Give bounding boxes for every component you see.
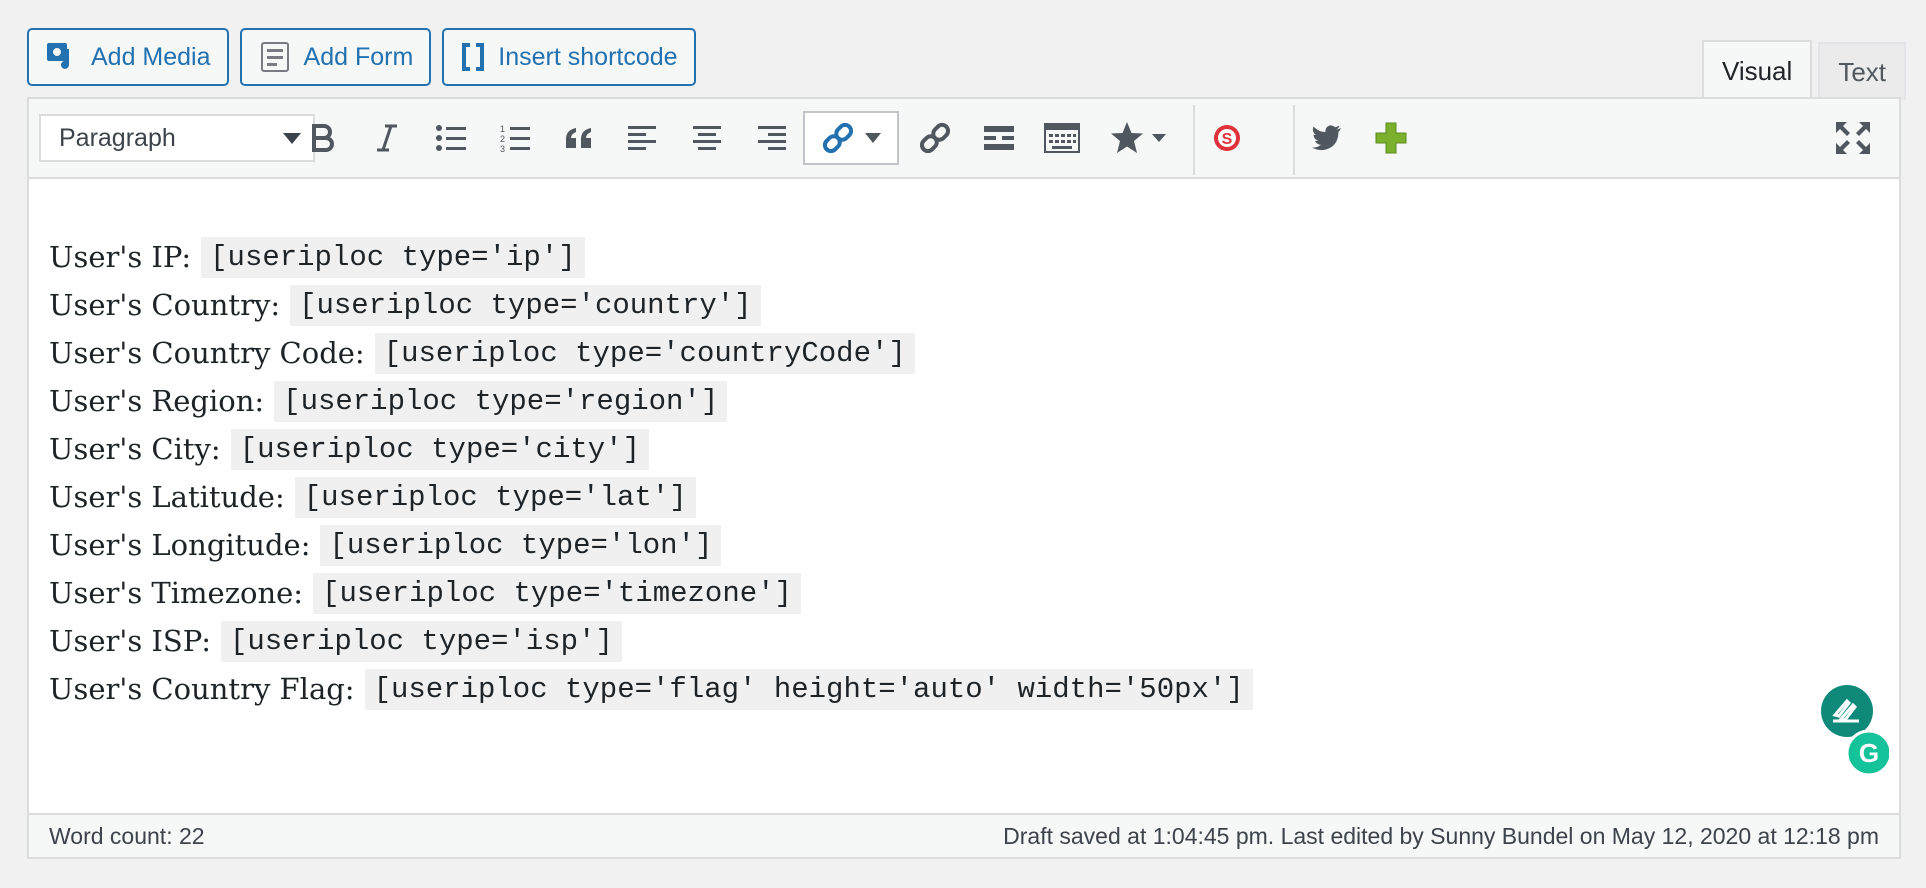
align-center-icon bbox=[693, 126, 721, 150]
bullet-list-icon bbox=[436, 125, 466, 151]
twitter-button[interactable] bbox=[1307, 111, 1347, 165]
chevron-down-icon bbox=[865, 133, 881, 143]
line-label: User's Country: bbox=[49, 288, 281, 322]
chevron-down-icon bbox=[283, 133, 301, 144]
shortcode: [useriploc type='lat'] bbox=[294, 476, 696, 518]
blockquote-icon bbox=[566, 128, 591, 148]
format-select[interactable]: Paragraph bbox=[39, 114, 315, 162]
bullet-list-button[interactable] bbox=[431, 111, 471, 165]
shortcode: [useriploc type='flag' height='auto' wid… bbox=[364, 668, 1253, 710]
bold-icon bbox=[312, 124, 334, 152]
s-plugin-button[interactable]: S bbox=[1207, 111, 1247, 165]
toolbar-toggle-button[interactable] bbox=[1039, 111, 1085, 165]
align-center-button[interactable] bbox=[687, 111, 727, 165]
s-plugin-icon: S bbox=[1214, 125, 1240, 151]
numbered-list-icon: 123 bbox=[500, 124, 530, 152]
line-label: User's City: bbox=[49, 432, 221, 466]
content-line: User's Latitude: [useriploc type='lat'] bbox=[49, 473, 1879, 521]
grammarly-icon: G bbox=[1821, 685, 1893, 777]
svg-text:1: 1 bbox=[500, 124, 505, 134]
align-right-icon bbox=[758, 126, 786, 150]
line-label: User's Longitude: bbox=[49, 528, 311, 562]
add-media-label: Add Media bbox=[91, 42, 211, 71]
word-count: Word count: 22 bbox=[49, 822, 205, 849]
add-media-button[interactable]: Add Media bbox=[27, 28, 229, 86]
shortcode: [useriploc type='country'] bbox=[290, 284, 761, 326]
shortcode: [useriploc type='ip'] bbox=[201, 236, 585, 278]
shortcode: [useriploc type='timezone'] bbox=[313, 572, 801, 614]
unlink-icon bbox=[919, 122, 951, 154]
fullscreen-button[interactable] bbox=[1833, 111, 1873, 165]
editor-tabs: Visual Text bbox=[1696, 40, 1906, 100]
content-line: User's Timezone: [useriploc type='timezon… bbox=[49, 569, 1879, 617]
link-button[interactable] bbox=[803, 111, 899, 165]
media-icon bbox=[45, 41, 79, 73]
content-line: User's Country Code: [useriploc type='cou… bbox=[49, 329, 1879, 377]
insert-shortcode-label: Insert shortcode bbox=[498, 42, 678, 71]
add-form-button[interactable]: Add Form bbox=[239, 28, 432, 86]
content-line: User's ISP: [useriploc type='isp'] bbox=[49, 617, 1879, 665]
insert-shortcode-button[interactable]: Insert shortcode bbox=[442, 28, 696, 86]
line-label: User's Latitude: bbox=[49, 480, 285, 514]
line-label: User's Timezone: bbox=[49, 576, 304, 610]
fullscreen-icon bbox=[1836, 122, 1870, 154]
format-select-value: Paragraph bbox=[59, 123, 176, 152]
shortcode: [useriploc type='city'] bbox=[230, 428, 649, 470]
line-label: User's Region: bbox=[49, 384, 265, 418]
plus-icon bbox=[1375, 122, 1407, 154]
svg-text:G: G bbox=[1859, 738, 1879, 768]
italic-button[interactable] bbox=[367, 111, 407, 165]
toolbar-separator bbox=[1293, 105, 1295, 175]
draft-status: Draft saved at 1:04:45 pm. Last edited b… bbox=[1003, 822, 1879, 849]
line-label: User's ISP: bbox=[49, 624, 211, 658]
align-left-icon bbox=[628, 126, 656, 150]
editor-toolbar: Paragraph 123 S bbox=[29, 99, 1899, 179]
chevron-down-icon bbox=[1152, 134, 1166, 142]
blockquote-button[interactable] bbox=[559, 111, 599, 165]
editor-content[interactable]: User's IP: [useriploc type='ip'] User's C… bbox=[49, 233, 1879, 713]
content-line: User's IP: [useriploc type='ip'] bbox=[49, 233, 1879, 281]
tab-visual[interactable]: Visual bbox=[1701, 40, 1813, 100]
read-more-icon bbox=[984, 126, 1014, 150]
read-more-button[interactable] bbox=[979, 111, 1019, 165]
add-form-label: Add Form bbox=[303, 42, 414, 71]
star-icon bbox=[1111, 122, 1143, 153]
italic-icon bbox=[377, 124, 397, 152]
content-line: User's City: [useriploc type='city'] bbox=[49, 425, 1879, 473]
shortcode: [useriploc type='isp'] bbox=[221, 620, 622, 662]
align-right-button[interactable] bbox=[751, 111, 791, 165]
shortcode: [useriploc type='lon'] bbox=[320, 524, 722, 566]
line-label: User's Country Flag: bbox=[49, 672, 355, 706]
unlink-button[interactable] bbox=[915, 111, 955, 165]
form-icon bbox=[258, 41, 292, 73]
link-icon bbox=[822, 122, 854, 154]
svg-text:2: 2 bbox=[500, 134, 505, 144]
content-line: User's Longitude: [useriploc type='lon'] bbox=[49, 521, 1879, 569]
content-line: User's Country Flag: [useriploc type='fla… bbox=[49, 665, 1879, 713]
shortcode-icon bbox=[460, 42, 486, 72]
shortcode: [useriploc type='region'] bbox=[274, 380, 728, 422]
status-bar: Word count: 22 Draft saved at 1:04:45 pm… bbox=[29, 813, 1899, 857]
toolbar-separator bbox=[1193, 105, 1195, 175]
shortcode: [useriploc type='countryCode'] bbox=[374, 332, 915, 374]
content-line: User's Region: [useriploc type='region'] bbox=[49, 377, 1879, 425]
align-left-button[interactable] bbox=[623, 111, 663, 165]
svg-text:3: 3 bbox=[500, 144, 505, 152]
grammarly-widget[interactable]: G bbox=[1819, 685, 1893, 780]
bold-button[interactable] bbox=[303, 111, 343, 165]
media-buttons: Add Media Add Form Insert shortcode bbox=[27, 28, 696, 86]
editor: Paragraph 123 S User's IP: [useriploc ty… bbox=[27, 97, 1901, 859]
tab-text[interactable]: Text bbox=[1818, 42, 1906, 100]
line-label: User's Country Code: bbox=[49, 336, 365, 370]
toolbar-toggle-icon bbox=[1044, 123, 1080, 153]
plus-button[interactable] bbox=[1371, 111, 1411, 165]
numbered-list-button[interactable]: 123 bbox=[495, 111, 535, 165]
content-line: User's Country: [useriploc type='country'… bbox=[49, 281, 1879, 329]
svg-text:S: S bbox=[1222, 131, 1233, 148]
line-label: User's IP: bbox=[49, 240, 192, 274]
twitter-icon bbox=[1312, 125, 1341, 151]
star-button[interactable] bbox=[1103, 111, 1173, 165]
